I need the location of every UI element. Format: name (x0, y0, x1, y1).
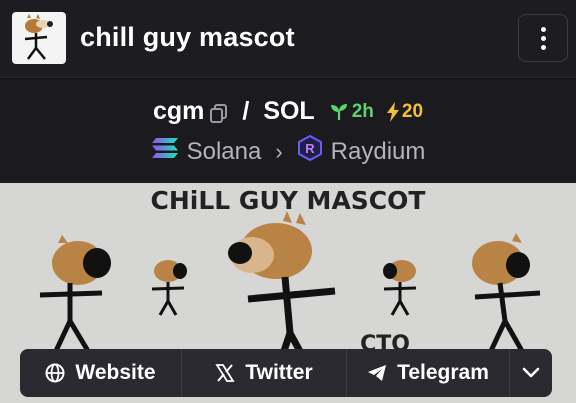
twitter-link-button[interactable]: Twitter (182, 349, 347, 397)
more-options-button[interactable] (518, 14, 568, 62)
telegram-link-button[interactable]: Telegram (347, 349, 510, 397)
chevron-down-icon (522, 367, 540, 378)
seedling-icon (330, 103, 347, 120)
telegram-label: Telegram (397, 361, 489, 384)
twitter-label: Twitter (245, 361, 313, 384)
quote-token-symbol: SOL (263, 97, 315, 125)
boost-count[interactable]: 20 (386, 101, 423, 123)
top-bar: chill guy mascot (0, 0, 576, 78)
solana-icon (151, 137, 179, 166)
more-vertical-icon-dot (540, 35, 546, 41)
pair-separator: / (242, 97, 250, 125)
more-vertical-icon (540, 26, 546, 32)
more-socials-button[interactable] (510, 349, 552, 397)
pair-line: cgm / SOL 2h 20 (0, 97, 576, 126)
more-vertical-icon-dot (540, 44, 546, 50)
pair-age-value: 2h (351, 100, 374, 122)
raydium-icon: R (297, 134, 323, 168)
social-links-bar: Website Twitter Telegram (20, 349, 552, 397)
chevron-right-icon: › (275, 138, 283, 164)
website-label: Website (75, 361, 156, 384)
chain-breadcrumb: Solana › R Raydium (0, 134, 576, 168)
svg-text:R: R (305, 141, 315, 156)
dex-name-link[interactable]: Raydium (331, 138, 426, 166)
token-logo (12, 12, 66, 64)
website-link-button[interactable]: Website (20, 349, 182, 397)
globe-icon (45, 363, 65, 383)
copy-icon[interactable] (210, 102, 228, 123)
telegram-icon (368, 365, 387, 381)
token-title: chill guy mascot (80, 22, 295, 52)
x-icon (215, 364, 235, 382)
lightning-icon (386, 101, 399, 122)
base-token-symbol: cgm (152, 97, 205, 125)
banner-heading: CHiLL GUY MASCOT (151, 186, 426, 215)
chain-name-link[interactable]: Solana (187, 138, 262, 166)
boost-count-value: 20 (401, 100, 424, 122)
pair-age: 2h (329, 101, 374, 123)
pair-info: cgm / SOL 2h 20 Solana › R Raydium (0, 79, 576, 183)
